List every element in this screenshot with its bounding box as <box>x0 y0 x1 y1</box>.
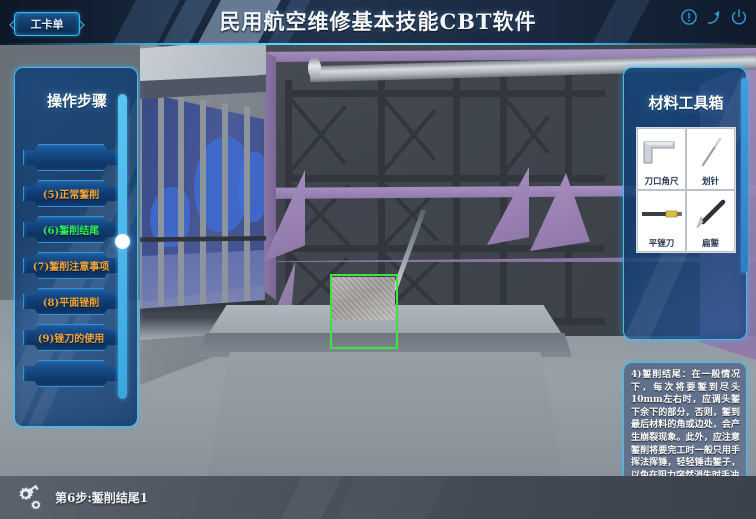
tool-label: 扁錾 <box>701 239 719 249</box>
instruction-text: 4)錾削结尾：在一般情况下，每次将要錾到尽头10mm左右时，应调头錾下余下的部分… <box>631 370 740 481</box>
status-decor <box>318 476 462 519</box>
flat-chisel-icon <box>687 191 734 237</box>
tool-item-flat-chisel[interactable]: 扁錾 <box>686 190 735 252</box>
tool-item-try-square[interactable]: 刀口角尺 <box>637 128 686 190</box>
step-label: (7)錾削注意事项 <box>32 262 110 273</box>
page-title: 民用航空维修基本技能CBT软件 <box>219 9 537 34</box>
step-item-bottom-spacer[interactable] <box>23 360 119 387</box>
step-item-6-active[interactable]: (6)錾削结尾 <box>23 216 119 243</box>
toolbox-panel: 材料工具箱 刀口角尺 划针 平锉刀 扁錾 <box>623 67 747 340</box>
step-item-8[interactable]: (8)平面锉削 <box>23 288 119 315</box>
tool-label: 刀口角尺 <box>644 177 679 187</box>
undo-icon[interactable] <box>705 8 723 26</box>
step-item-5[interactable]: (5)正常錾削 <box>23 180 119 207</box>
tool-label: 平锉刀 <box>648 239 675 249</box>
step-item-top-spacer[interactable] <box>23 144 119 171</box>
toolbox-grid: 刀口角尺 划针 平锉刀 扁錾 <box>636 127 736 253</box>
app-header: 工卡单 民用航空维修基本技能CBT软件 <box>0 0 756 45</box>
window-mullion <box>222 102 228 309</box>
frame-rail <box>285 90 605 97</box>
tool-label: 划针 <box>701 177 719 187</box>
step-item-7[interactable]: (7)錾削注意事项 <box>23 252 119 279</box>
info-icon[interactable] <box>680 8 698 26</box>
step-label: (5)正常錾削 <box>42 190 100 201</box>
step-item-9[interactable]: (9)锉刀的使用 <box>23 324 119 351</box>
gears-wrench-icon <box>12 482 48 514</box>
window-mullion <box>158 93 164 307</box>
header-underline <box>0 43 756 45</box>
frame-column <box>453 70 460 326</box>
flat-file-icon <box>638 191 685 237</box>
step-label: (9)锉刀的使用 <box>37 334 105 345</box>
window-reflection <box>238 152 264 222</box>
tool-item-flat-file[interactable]: 平锉刀 <box>637 190 686 252</box>
window-mullion <box>178 96 184 308</box>
window-mullion <box>244 105 250 307</box>
status-bar: 第6步:錾削结尾1 <box>0 476 756 519</box>
instruction-panel: 4)錾削结尾：在一般情况下，每次将要錾到尽头10mm左右时，应调头錾下余下的部分… <box>623 362 747 492</box>
try-square-icon <box>638 129 685 175</box>
scriber-icon <box>687 129 734 175</box>
steps-scroll-handle[interactable] <box>115 234 130 249</box>
pipe-end-cap <box>308 57 321 79</box>
selection-highlight-box[interactable] <box>330 274 398 349</box>
tool-item-scriber[interactable]: 划针 <box>686 128 735 190</box>
frame-rail <box>285 175 605 182</box>
window-mullion <box>200 99 206 309</box>
power-icon[interactable] <box>730 8 748 26</box>
header-icon-group <box>680 8 748 26</box>
toolbox-scrollbar[interactable] <box>741 78 748 273</box>
step-label: (6)錾削结尾 <box>42 226 100 237</box>
steps-list: (5)正常錾削 (6)錾削结尾 (7)錾削注意事项 (8)平面锉削 (9)锉刀的… <box>23 144 119 396</box>
toolbox-panel-title: 材料工具箱 <box>648 94 724 112</box>
application-window: 工卡单 民用航空维修基本技能CBT软件 操作步骤 (5)正常錾削 (6)錾削结尾… <box>0 0 756 519</box>
status-text: 第6步:錾削结尾1 <box>55 491 149 505</box>
step-label: (8)平面锉削 <box>42 298 100 309</box>
